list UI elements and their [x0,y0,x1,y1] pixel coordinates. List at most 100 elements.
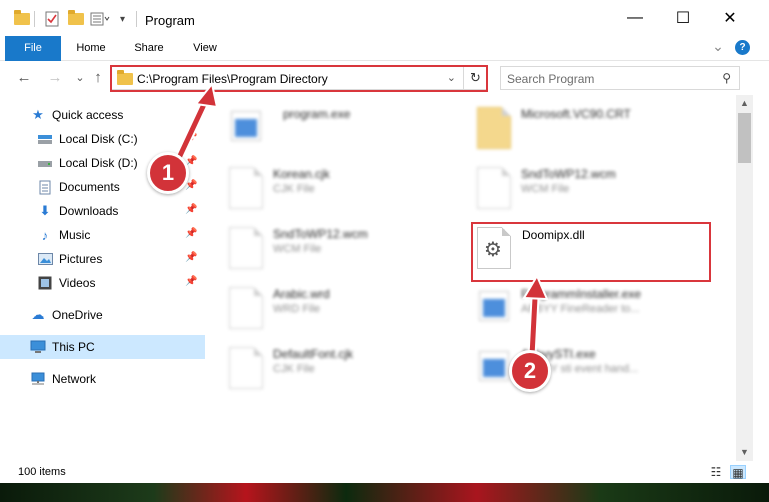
list-item[interactable]: SndToWP12.wcm WCM File [477,165,717,215]
file-name: ProgrammInstaller.exe [521,287,642,301]
address-dropdown-button[interactable]: ⌄ [447,71,456,84]
navigation-pane: ★ Quick access Local Disk (C:) 📌 Local D… [0,95,205,461]
explorer-window: ▾ Program — ☐ ✕ File Home Share View ⌄ ?… [0,0,769,502]
vertical-scrollbar[interactable]: ▲ ▼ [736,95,753,461]
scroll-thumb[interactable] [738,113,751,163]
folder-icon [14,10,30,28]
sidebar-item-downloads[interactable]: ⬇ Downloads 📌 [0,199,205,223]
file-name: Doomipx.dll [522,228,585,242]
large-icons-view-button[interactable]: ▦ [730,465,746,480]
pin-icon[interactable]: 📌 [185,132,197,143]
customize-icon[interactable] [90,10,110,28]
sidebar-item-pictures[interactable]: Pictures 📌 [0,247,205,271]
back-button[interactable]: ← [14,68,34,88]
ribbon-collapse-button[interactable]: ⌄ [708,36,728,61]
file-icon [229,227,263,269]
window-title: Program [145,13,195,28]
toolbar-divider [34,11,35,27]
file-name: Korean.cjk [273,167,330,181]
tab-share[interactable]: Share [124,36,174,61]
file-type: WCM File [521,183,570,195]
file-type: CJK File [273,363,315,375]
sidebar-item-label: Local Disk (D:) [59,156,138,170]
properties-icon[interactable] [45,10,59,28]
file-type: WRD File [273,303,321,315]
minimize-button[interactable]: — [612,0,658,36]
scroll-down-button[interactable]: ▼ [736,444,753,461]
list-item[interactable]: Arabic.wrd WRD File [229,285,469,335]
list-item[interactable]: ProgrammInstaller.exe ABBYY FineReader t… [477,285,717,335]
callout-badge-1: 1 [147,152,189,194]
file-icon [229,167,263,209]
folder-icon [477,107,511,149]
chevron-down-icon[interactable]: ▾ [120,10,125,28]
sidebar-item-local-disk-c[interactable]: Local Disk (C:) 📌 [0,127,205,151]
new-folder-icon[interactable] [68,10,84,28]
title-divider [136,11,137,27]
folder-icon [117,70,133,85]
sidebar-item-label: Music [59,228,91,242]
sidebar-item-label: OneDrive [52,308,103,322]
pin-icon[interactable]: 📌 [185,252,197,263]
network-icon [30,371,46,387]
callout-badge-2: 2 [509,350,551,392]
sidebar-item-label: Downloads [59,204,119,218]
pin-icon[interactable]: 📌 [185,228,197,239]
list-item-doomipx-dll[interactable]: ⚙ Doomipx.dll [477,225,717,275]
drive-icon [37,131,53,147]
file-icon [477,167,511,209]
file-name: program.exe [283,107,351,121]
address-row: ← → ⌄ ↑ C:\Program Files\Program Directo… [0,61,769,95]
gear-file-icon: ⚙ [477,227,511,269]
up-button[interactable]: ↑ [88,68,108,88]
sidebar-item-videos[interactable]: Videos 📌 [0,271,205,295]
sidebar-item-music[interactable]: ♪ Music 📌 [0,223,205,247]
title-bar: ▾ Program — ☐ ✕ [0,0,769,36]
video-icon [37,275,53,291]
list-item[interactable]: SndToWP12.wcm WCM File [229,225,469,275]
pin-icon[interactable]: 📌 [185,204,197,215]
sidebar-item-quick-access[interactable]: ★ Quick access [0,103,205,127]
cloud-icon: ☁ [31,307,45,322]
maximize-button[interactable]: ☐ [660,0,706,36]
file-icon [229,287,263,329]
sidebar-item-label: Network [52,372,97,386]
help-button[interactable]: ? [735,40,750,55]
sidebar-item-label: Local Disk (C:) [59,132,138,146]
tab-view[interactable]: View [180,36,230,61]
list-item[interactable]: Microsoft.VC90.CRT [477,105,717,155]
star-icon: ★ [32,107,44,122]
list-item[interactable]: program.exe [229,105,469,155]
search-input[interactable] [507,70,707,87]
sidebar-item-this-pc[interactable]: This PC [0,335,205,359]
sidebar-item-label: This PC [52,340,95,354]
download-icon: ⬇ [39,203,51,218]
tab-home[interactable]: Home [66,36,116,61]
music-icon: ♪ [41,227,49,243]
address-bar[interactable]: C:\Program Files\Program Directory ⌄ [110,66,464,90]
file-type: WCM File [273,243,322,255]
refresh-button[interactable]: ↻ [464,66,488,90]
status-bar: 100 items ☷ ▦ [0,461,769,483]
details-view-button[interactable]: ☷ [708,465,724,479]
sidebar-item-onedrive[interactable]: ☁ OneDrive [0,303,205,327]
scroll-up-button[interactable]: ▲ [736,95,753,112]
exe-icon [231,111,261,141]
list-item[interactable]: DefaultFont.cjk CJK File [229,345,469,395]
close-button[interactable]: ✕ [707,0,753,36]
pin-icon[interactable]: 📌 [185,276,197,287]
address-path: C:\Program Files\Program Directory [137,72,328,86]
file-name: SndToWP12.wcm [273,227,368,241]
list-item[interactable]: Korean.cjk CJK File [229,165,469,215]
drive-icon [37,155,53,171]
recent-locations-button[interactable]: ⌄ [70,68,90,88]
file-name: Microsoft.VC90.CRT [521,107,631,121]
item-count: 100 items [18,466,66,478]
file-name: SndToWP12.wcm [521,167,616,181]
picture-icon [37,251,53,267]
forward-button[interactable]: → [45,68,65,88]
sidebar-item-network[interactable]: Network [0,367,205,391]
file-name: Arabic.wrd [273,287,330,301]
gear-icon: ⚙ [484,239,502,261]
search-box[interactable]: ⚲ [500,66,740,90]
